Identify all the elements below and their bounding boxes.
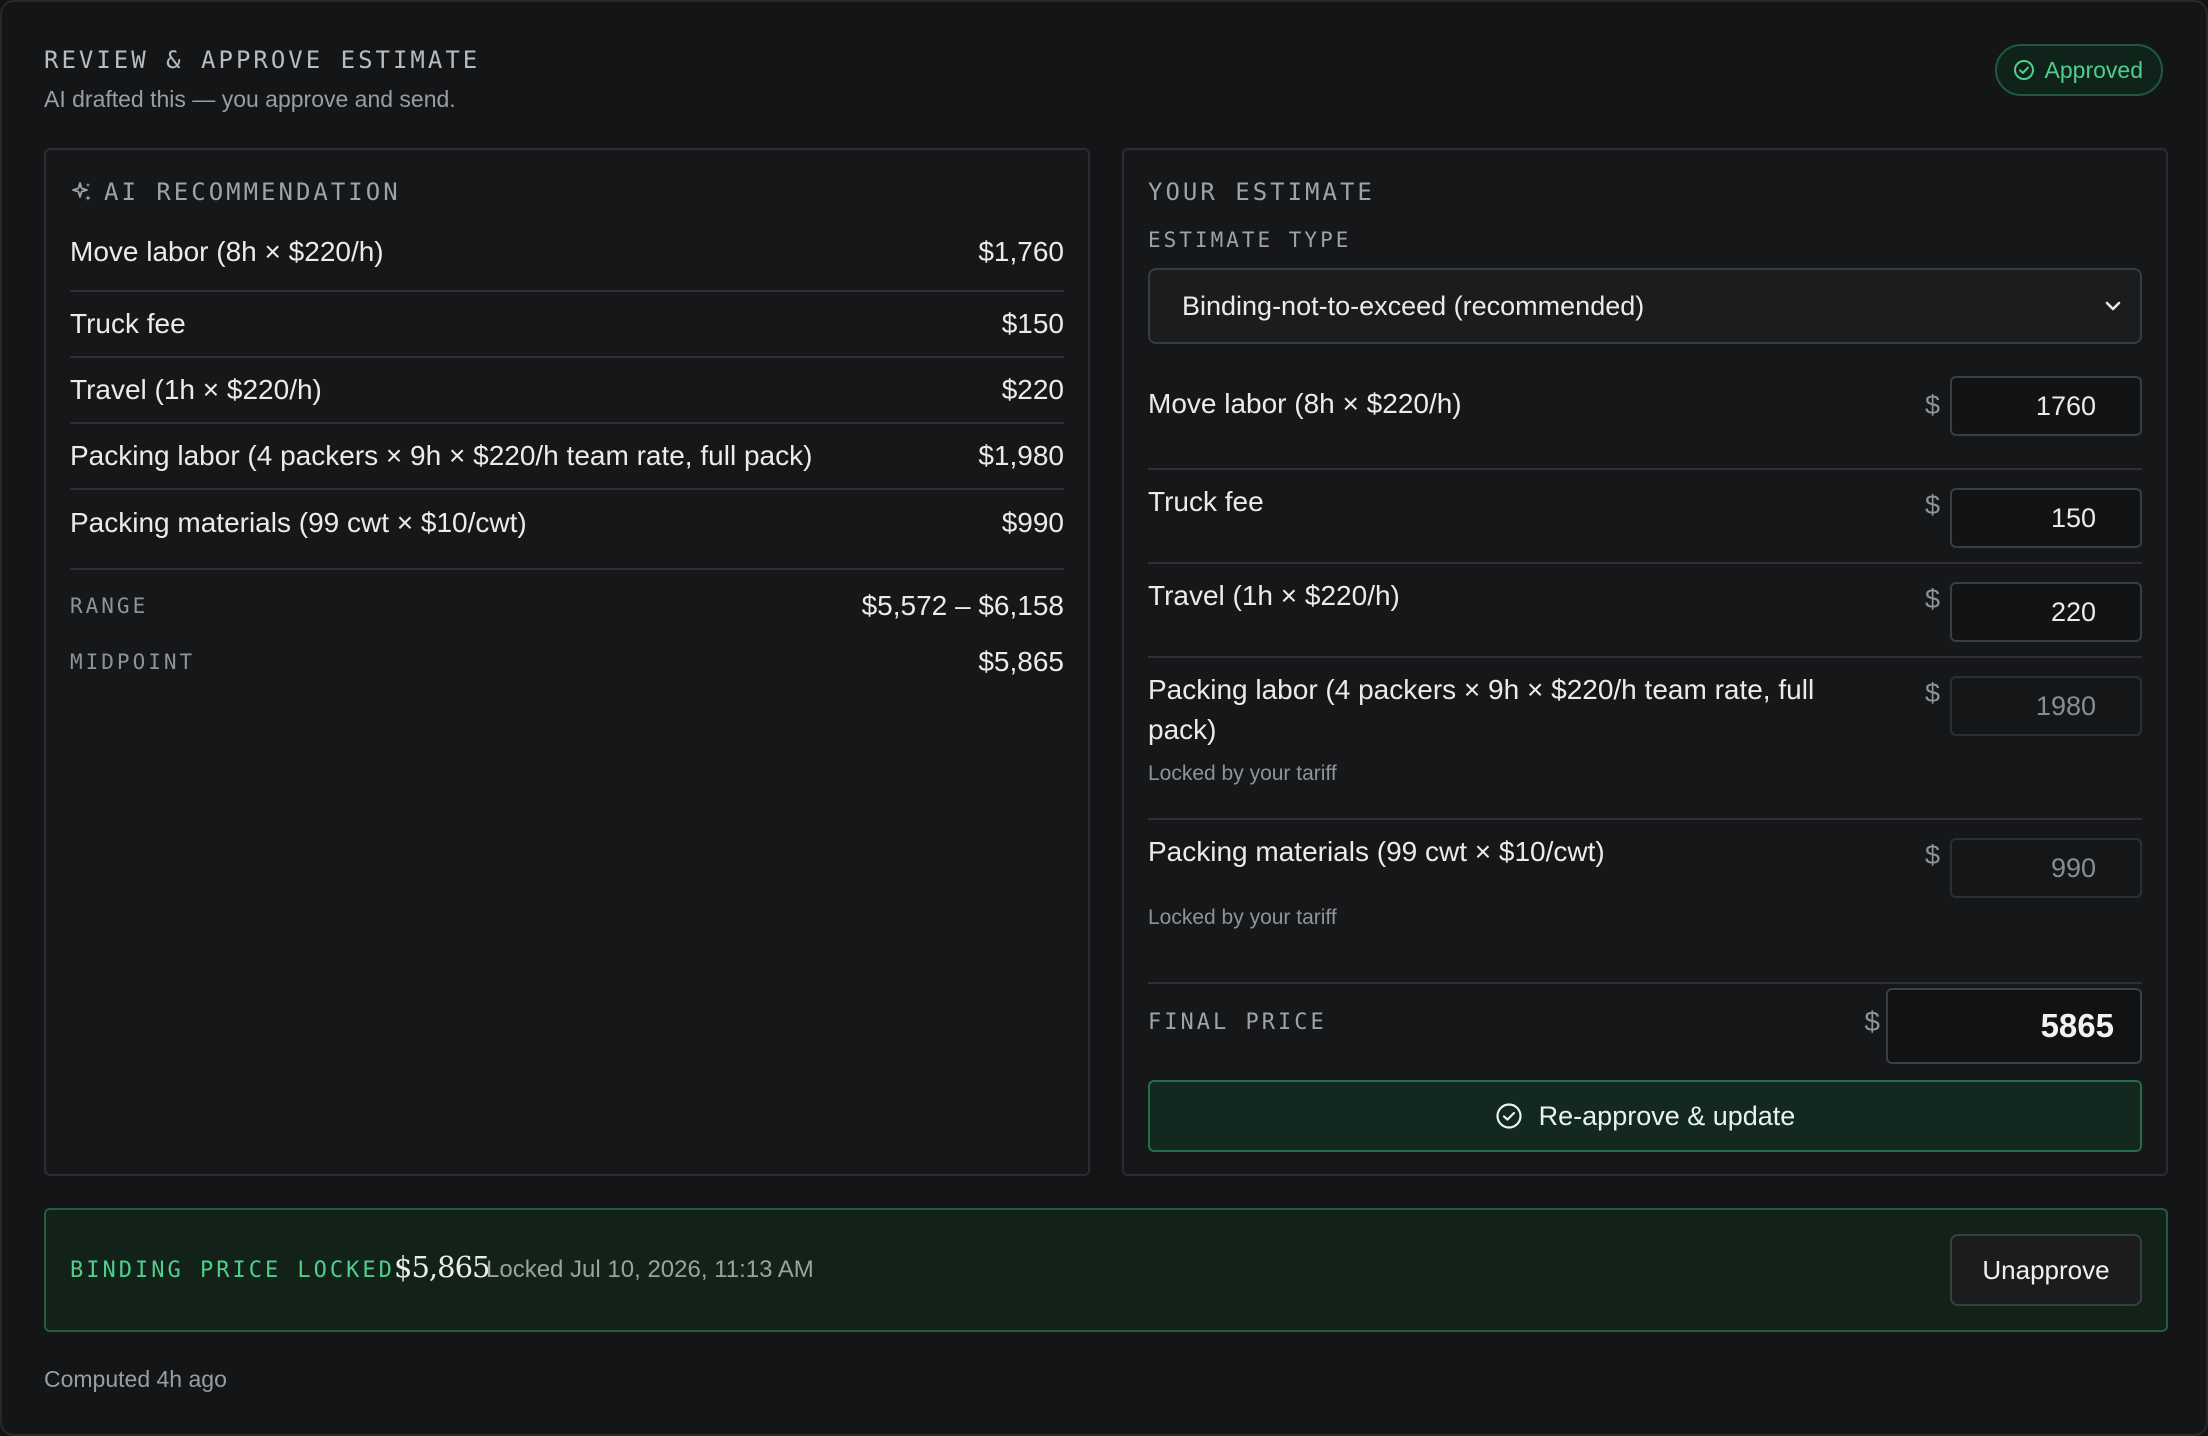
truck-fee-input[interactable]: 150 bbox=[1950, 488, 2142, 548]
reapprove-button[interactable]: Re-approve & update bbox=[1148, 1080, 2142, 1152]
final-price-label: FINAL PRICE bbox=[1148, 1010, 1327, 1035]
line-item-label: Truck fee bbox=[1148, 486, 1264, 517]
estimate-row-truck-fee: Truck fee $ 150 bbox=[1148, 470, 2142, 564]
move-labor-input[interactable]: 1760 bbox=[1950, 376, 2142, 436]
your-estimate-heading: YOUR ESTIMATE bbox=[1148, 178, 1375, 206]
line-item-amount: $220 bbox=[1001, 374, 1064, 405]
list-item: Packing labor (4 packers × 9h × $220/h t… bbox=[70, 424, 1064, 490]
final-price-input[interactable]: 5865 bbox=[1886, 988, 2142, 1064]
binding-price-label: BINDING PRICE LOCKED bbox=[70, 1258, 395, 1283]
check-circle-icon bbox=[1495, 1102, 1523, 1130]
midpoint-value: $5,865 bbox=[978, 646, 1064, 677]
locked-note: Locked by your tariff bbox=[1148, 762, 1337, 785]
ai-recommendation-heading: AI RECOMMENDATION bbox=[70, 178, 401, 206]
divider bbox=[70, 568, 1064, 570]
ai-recommendation-panel: AI RECOMMENDATION Move labor (8h × $220/… bbox=[44, 148, 1090, 1176]
check-circle-icon bbox=[2013, 59, 2035, 81]
range-row: RANGE $5,572 – $6,158 bbox=[70, 590, 1064, 622]
locked-note: Locked by your tariff bbox=[1148, 906, 1337, 929]
midpoint-label: MIDPOINT bbox=[70, 650, 196, 674]
estimate-row-move-labor: Move labor (8h × $220/h) $ 1760 bbox=[1148, 376, 2142, 470]
list-item: Truck fee $150 bbox=[70, 292, 1064, 358]
line-item-label: Packing labor (4 packers × 9h × $220/h t… bbox=[1148, 674, 1815, 745]
status-badge-label: Approved bbox=[2044, 56, 2143, 83]
range-value: $5,572 – $6,158 bbox=[861, 590, 1064, 621]
midpoint-row: MIDPOINT $5,865 bbox=[70, 646, 1064, 678]
line-item-amount: $1,980 bbox=[978, 440, 1064, 471]
line-item-label: Move labor (8h × $220/h) bbox=[70, 236, 384, 267]
currency-symbol: $ bbox=[1864, 1006, 1880, 1037]
packing-materials-input: 990 bbox=[1950, 838, 2142, 898]
page-subtitle: AI drafted this — you approve and send. bbox=[44, 86, 456, 112]
list-item: Move labor (8h × $220/h) $1,760 bbox=[70, 236, 1064, 292]
currency-symbol: $ bbox=[1924, 840, 1940, 870]
line-item-label: Packing materials (99 cwt × $10/cwt) bbox=[1148, 836, 1605, 867]
currency-symbol: $ bbox=[1924, 490, 1940, 520]
line-item-amount: $990 bbox=[1001, 507, 1064, 538]
currency-symbol: $ bbox=[1924, 390, 1940, 420]
line-item-label: Move labor (8h × $220/h) bbox=[1148, 388, 1462, 419]
estimate-type-select[interactable]: Binding-not-to-exceed (recommended) bbox=[1148, 268, 2142, 344]
list-item: Travel (1h × $220/h) $220 bbox=[70, 358, 1064, 424]
currency-symbol: $ bbox=[1924, 584, 1940, 614]
estimate-row-travel: Travel (1h × $220/h) $ 220 bbox=[1148, 564, 2142, 658]
ai-line-items: Move labor (8h × $220/h) $1,760 Truck fe… bbox=[70, 236, 1064, 556]
sparkle-icon bbox=[70, 180, 94, 204]
estimate-row-packing-labor: Packing labor (4 packers × 9h × $220/h t… bbox=[1148, 658, 2142, 820]
currency-symbol: $ bbox=[1924, 678, 1940, 708]
your-estimate-panel: YOUR ESTIMATE ESTIMATE TYPE Binding-not-… bbox=[1122, 148, 2168, 1176]
unapprove-button[interactable]: Unapprove bbox=[1950, 1234, 2142, 1306]
packing-labor-input: 1980 bbox=[1950, 676, 2142, 736]
computed-timestamp: Computed 4h ago bbox=[44, 1366, 227, 1392]
final-price-row: FINAL PRICE $ 5865 bbox=[1148, 988, 2142, 1064]
line-item-label: Travel (1h × $220/h) bbox=[70, 374, 322, 405]
line-item-amount: $150 bbox=[1001, 308, 1064, 339]
estimate-review-card: REVIEW & APPROVE ESTIMATE AI drafted thi… bbox=[0, 0, 2208, 1436]
travel-input[interactable]: 220 bbox=[1950, 582, 2142, 642]
line-item-label: Packing labor (4 packers × 9h × $220/h t… bbox=[70, 440, 813, 471]
reapprove-button-label: Re-approve & update bbox=[1538, 1100, 1796, 1131]
chevron-down-icon bbox=[2102, 295, 2124, 317]
binding-price-banner: BINDING PRICE LOCKED $5,865 Locked Jul 1… bbox=[44, 1208, 2168, 1332]
line-item-amount: $1,760 bbox=[978, 236, 1064, 267]
status-badge: Approved bbox=[1994, 44, 2163, 96]
locked-timestamp: Locked Jul 10, 2026, 11:13 AM bbox=[486, 1256, 814, 1283]
estimate-type-label: ESTIMATE TYPE bbox=[1148, 228, 1352, 252]
estimate-type-value: Binding-not-to-exceed (recommended) bbox=[1182, 290, 1645, 321]
range-label: RANGE bbox=[70, 594, 149, 618]
list-item: Packing materials (99 cwt × $10/cwt) $99… bbox=[70, 490, 1064, 556]
binding-price-value: $5,865 bbox=[394, 1250, 490, 1284]
estimate-row-packing-materials: Packing materials (99 cwt × $10/cwt) Loc… bbox=[1148, 820, 2142, 984]
page-title: REVIEW & APPROVE ESTIMATE bbox=[44, 46, 481, 74]
line-item-label: Packing materials (99 cwt × $10/cwt) bbox=[70, 507, 527, 538]
line-item-label: Travel (1h × $220/h) bbox=[1148, 580, 1400, 611]
line-item-label: Truck fee bbox=[70, 308, 186, 339]
